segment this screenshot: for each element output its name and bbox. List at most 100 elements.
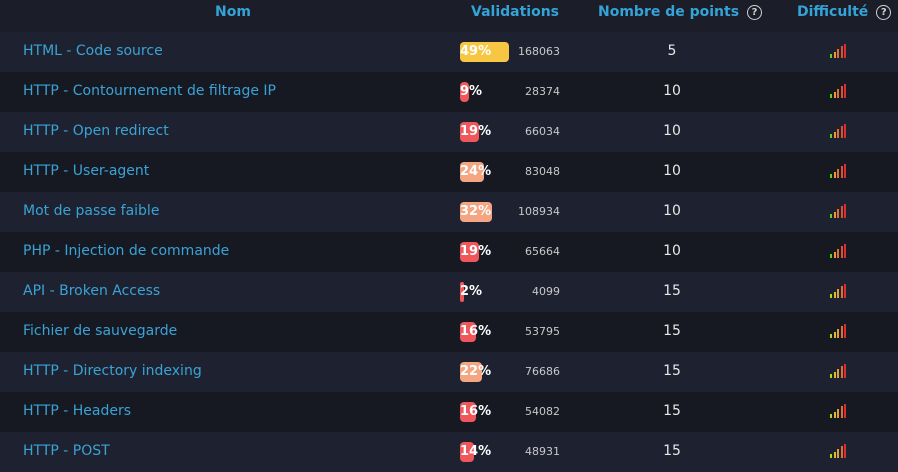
table-row: HTTP - POST 14% 48931 15 [0, 432, 898, 472]
column-header-points[interactable]: Nombre de points? [598, 4, 763, 20]
difficulty-bar [844, 284, 846, 298]
difficulty-icon [830, 404, 848, 418]
difficulty-bar [844, 404, 846, 418]
validation-count: 66034 [525, 125, 560, 138]
validation-percent: 22% [460, 364, 492, 379]
difficulty-bar [840, 246, 843, 258]
validation-percent: 32% [460, 204, 492, 219]
difficulty-bar [830, 254, 832, 258]
difficulty-bar [844, 444, 846, 458]
difficulty-bar [840, 126, 843, 138]
difficulty-bar [840, 46, 843, 58]
challenge-link[interactable]: Mot de passe faible [23, 203, 159, 219]
challenge-link[interactable]: HTTP - Open redirect [23, 123, 169, 139]
difficulty-bar [837, 249, 839, 258]
column-header-difficulte-label: Difficulté [797, 4, 869, 20]
challenge-link[interactable]: Fichier de sauvegarde [23, 323, 177, 339]
table-row: PHP - Injection de commande 19% 65664 10 [0, 232, 898, 272]
difficulty-bar [833, 212, 836, 218]
difficulty-bar [844, 324, 846, 338]
difficulty-bar [833, 292, 836, 298]
column-header-points-label: Nombre de points [598, 4, 740, 20]
difficulty-bar [833, 172, 836, 178]
difficulty-bar [830, 294, 832, 298]
help-icon[interactable]: ? [876, 5, 892, 20]
difficulty-bar [837, 129, 839, 138]
difficulty-bar [840, 366, 843, 378]
validation-count: 65664 [525, 245, 560, 258]
difficulty-bar [833, 372, 836, 378]
challenge-link[interactable]: HTTP - Headers [23, 403, 131, 419]
difficulty-bar [837, 89, 839, 98]
validation-count: 76686 [525, 365, 560, 378]
points-value: 15 [663, 403, 681, 419]
difficulty-icon [830, 84, 848, 98]
points-value: 10 [663, 203, 681, 219]
difficulty-bar [844, 364, 846, 378]
difficulty-bar [840, 286, 843, 298]
difficulty-icon [830, 44, 848, 58]
column-header-nom[interactable]: Nom [215, 4, 251, 20]
difficulty-icon [830, 284, 848, 298]
difficulty-bar [844, 164, 846, 178]
validation-percent: 9% [460, 84, 483, 99]
challenge-link[interactable]: HTTP - Contournement de filtrage IP [23, 83, 276, 99]
challenge-link[interactable]: HTTP - Directory indexing [23, 363, 202, 379]
table-row: HTTP - Open redirect 19% 66034 10 [0, 112, 898, 152]
difficulty-bar [840, 206, 843, 218]
difficulty-bar [833, 92, 836, 98]
difficulty-bar [837, 49, 839, 58]
difficulty-icon [830, 164, 848, 178]
points-value: 10 [663, 243, 681, 259]
difficulty-bar [830, 94, 832, 98]
validation-count: 4099 [532, 285, 560, 298]
difficulty-icon [830, 124, 848, 138]
difficulty-bar [840, 446, 843, 458]
validation-count: 83048 [525, 165, 560, 178]
difficulty-icon [830, 444, 848, 458]
difficulty-bar [837, 409, 839, 418]
column-header-difficulte[interactable]: Difficulté? [797, 4, 892, 20]
validation-count: 53795 [525, 325, 560, 338]
points-value: 10 [663, 83, 681, 99]
difficulty-bar [837, 209, 839, 218]
challenge-link[interactable]: PHP - Injection de commande [23, 243, 229, 259]
challenge-link[interactable]: API - Broken Access [23, 283, 160, 299]
table-row: HTTP - User-agent 24% 83048 10 [0, 152, 898, 192]
difficulty-bar [840, 406, 843, 418]
points-value: 10 [663, 123, 681, 139]
difficulty-bar [844, 44, 846, 58]
difficulty-icon [830, 204, 848, 218]
points-value: 15 [663, 283, 681, 299]
challenge-link[interactable]: HTML - Code source [23, 43, 163, 59]
difficulty-bar [837, 449, 839, 458]
difficulty-bar [837, 289, 839, 298]
difficulty-icon [830, 244, 848, 258]
validation-percent: 16% [460, 404, 492, 419]
table-row: HTML - Code source 49% 168063 5 [0, 32, 898, 72]
difficulty-bar [833, 452, 836, 458]
difficulty-bar [833, 132, 836, 138]
table-row: HTTP - Directory indexing 22% 76686 15 [0, 352, 898, 392]
validation-percent: 2% [460, 284, 483, 299]
points-value: 15 [663, 323, 681, 339]
difficulty-bar [844, 124, 846, 138]
table-body: HTML - Code source 49% 168063 5 HTTP - Conto… [0, 32, 898, 472]
difficulty-bar [830, 174, 832, 178]
difficulty-bar [844, 84, 846, 98]
validation-count: 168063 [518, 45, 560, 58]
validation-percent: 16% [460, 324, 492, 339]
validation-count: 28374 [525, 85, 560, 98]
validation-percent: 19% [460, 124, 492, 139]
difficulty-bar [837, 169, 839, 178]
table-header: Nom Validations Nombre de points? Diffic… [0, 0, 898, 32]
difficulty-bar [840, 326, 843, 338]
column-header-validations[interactable]: Validations [471, 4, 559, 20]
difficulty-bar [837, 369, 839, 378]
challenge-link[interactable]: HTTP - User-agent [23, 163, 149, 179]
help-icon[interactable]: ? [747, 5, 763, 20]
difficulty-bar [833, 412, 836, 418]
difficulty-bar [830, 334, 832, 338]
difficulty-bar [830, 454, 832, 458]
challenge-link[interactable]: HTTP - POST [23, 443, 110, 459]
